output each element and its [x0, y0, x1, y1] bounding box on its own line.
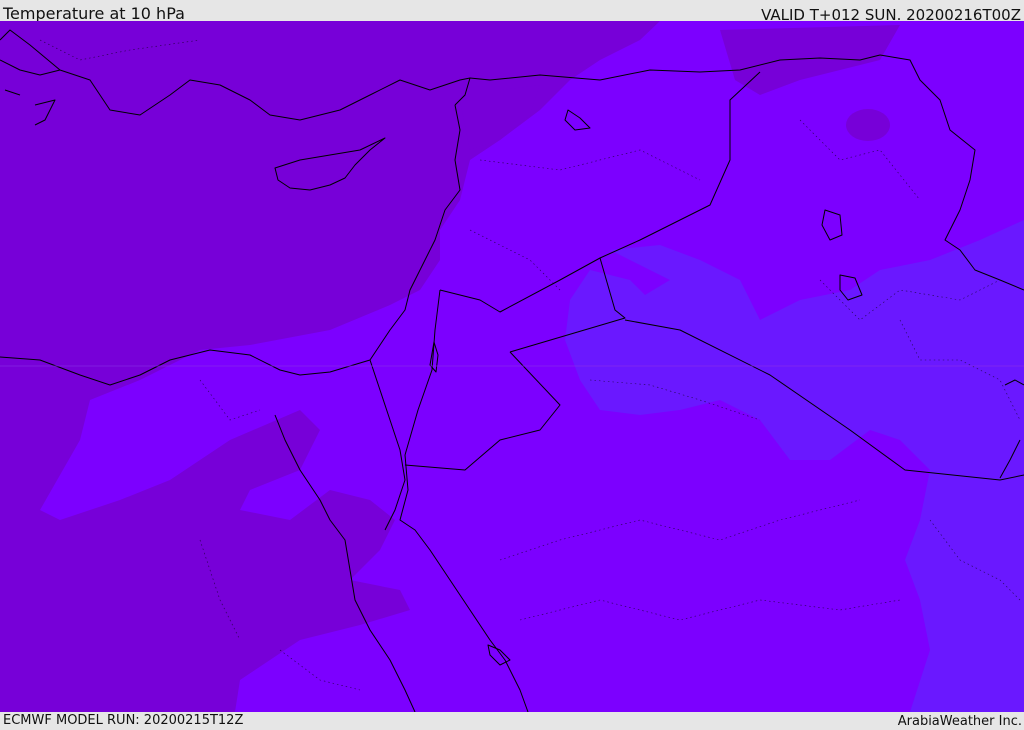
map-header: Temperature at 10 hPa VALID T+012 SUN. 2… — [0, 0, 1024, 24]
map-footer: ECMWF MODEL RUN: 20200215T12Z ArabiaWeat… — [0, 712, 1024, 729]
weather-map — [0, 21, 1024, 712]
model-run-label: ECMWF MODEL RUN: 20200215T12Z — [3, 713, 244, 728]
credit-label: ArabiaWeather Inc. — [897, 714, 1022, 729]
temperature-band-warm-spot — [846, 109, 890, 141]
